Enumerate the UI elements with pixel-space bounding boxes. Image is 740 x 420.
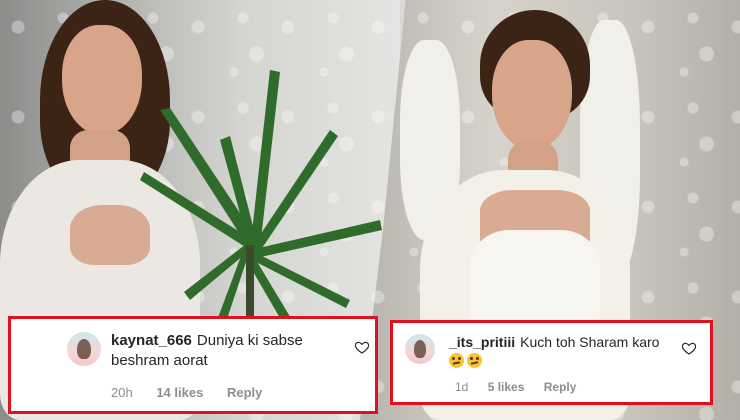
comment-body: kaynat_666 Duniya ki sabse beshram aorat <box>111 331 351 371</box>
comment-card-2: _its_pritiii Kuch toh Sharam karo 1d 5 li… <box>390 320 713 405</box>
reply-button[interactable]: Reply <box>227 385 262 400</box>
comment-likes[interactable]: 14 likes <box>156 385 203 400</box>
comment-time[interactable]: 1d <box>455 380 468 394</box>
reply-button[interactable]: Reply <box>544 380 577 394</box>
thinking-face-emoji <box>449 353 464 368</box>
comment-text: Kuch toh Sharam karo <box>520 334 660 350</box>
comment-username[interactable]: _its_pritiii <box>449 334 515 350</box>
avatar[interactable] <box>67 332 101 366</box>
comment-body: _its_pritiii Kuch toh Sharam karo <box>449 333 669 371</box>
avatar[interactable] <box>405 334 435 364</box>
heart-outline-icon[interactable] <box>681 340 697 356</box>
heart-outline-icon[interactable] <box>354 339 370 355</box>
comment-card-1: kaynat_666 Duniya ki sabse beshram aorat … <box>8 316 378 414</box>
comment-meta: 1d 5 likes Reply <box>455 380 592 394</box>
comment-meta: 20h 14 likes Reply <box>111 385 282 400</box>
thinking-face-emoji <box>467 353 482 368</box>
comment-username[interactable]: kaynat_666 <box>111 332 192 349</box>
comment-likes[interactable]: 5 likes <box>488 380 525 394</box>
comment-time[interactable]: 20h <box>111 385 133 400</box>
